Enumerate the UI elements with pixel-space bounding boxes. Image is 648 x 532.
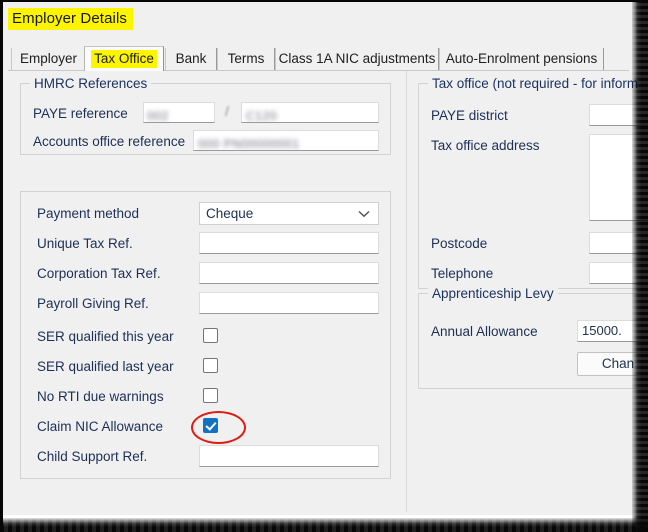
tab-bank-label: Bank — [175, 51, 207, 66]
annual-allowance-label: Annual Allowance — [431, 324, 538, 339]
tab-employer[interactable]: Employer — [11, 48, 86, 70]
telephone-label: Telephone — [431, 266, 494, 281]
paye-reference-part1-value: 002 — [147, 109, 169, 123]
apprenticeship-levy-legend: Apprenticeship Levy — [428, 286, 558, 301]
claim-nic-allowance-label: Claim NIC Allowance — [37, 419, 164, 434]
claim-nic-allowance-checkbox[interactable] — [203, 418, 218, 433]
tab-class-1a-nic-adjustments-label: Class 1A NIC adjustments — [278, 51, 436, 66]
postcode-label: Postcode — [431, 236, 488, 251]
paye-reference-part2-value: C120 — [246, 109, 278, 123]
paye-district-label: PAYE district — [431, 108, 508, 123]
annual-allowance-input[interactable]: 15000. — [577, 320, 648, 342]
ser-qualified-this-year-label: SER qualified this year — [37, 329, 174, 344]
unique-tax-ref-label: Unique Tax Ref. — [37, 236, 133, 251]
unique-tax-ref-input[interactable] — [199, 232, 379, 254]
postcode-input[interactable] — [589, 232, 648, 254]
paye-reference-part2-input[interactable]: C120 — [241, 102, 379, 123]
paye-reference-part1-input[interactable]: 002 — [143, 102, 215, 123]
tab-tax-office[interactable]: Tax Office — [84, 46, 164, 71]
employer-details-group: Payment method Cheque Unique Tax Ref. Co… — [20, 191, 391, 479]
ser-qualified-this-year-checkbox[interactable] — [203, 328, 218, 343]
tax-office-address-input[interactable] — [589, 134, 648, 221]
accounts-office-reference-label: Accounts office reference — [33, 134, 186, 149]
payment-method-label: Payment method — [37, 206, 140, 221]
pane-divider — [406, 71, 407, 512]
tab-tax-office-label: Tax Office — [91, 50, 157, 68]
tax-office-address-label: Tax office address — [431, 138, 540, 153]
paye-reference-label: PAYE reference — [33, 106, 128, 121]
screenshot-root: Employer Details Employer Tax Office Ban… — [0, 0, 648, 532]
payroll-giving-ref-input[interactable] — [199, 292, 379, 314]
apprenticeship-levy-group: Apprenticeship Levy Annual Allowance 150… — [418, 286, 648, 389]
paye-reference-separator: / — [225, 103, 229, 119]
change-button[interactable]: Chan — [577, 352, 648, 376]
payment-method-select[interactable]: Cheque — [199, 202, 379, 225]
no-rti-due-warnings-label: No RTI due warnings — [37, 389, 164, 404]
child-support-ref-label: Child Support Ref. — [37, 449, 148, 464]
hmrc-references-group: HMRC References PAYE reference 002 / C12… — [20, 76, 391, 155]
red-ellipse-annotation — [191, 411, 246, 444]
payment-method-value: Cheque — [206, 206, 254, 221]
tab-terms[interactable]: Terms — [217, 48, 275, 70]
scan-edge-bottom — [0, 518, 648, 532]
telephone-input[interactable] — [589, 262, 648, 284]
tab-auto-enrolment-pensions[interactable]: Auto-Enrolment pensions — [439, 48, 604, 70]
payroll-giving-ref-label: Payroll Giving Ref. — [37, 296, 149, 311]
chevron-down-icon — [357, 203, 371, 224]
tab-class-1a-nic-adjustments[interactable]: Class 1A NIC adjustments — [275, 48, 439, 70]
tab-auto-enrolment-pensions-label: Auto-Enrolment pensions — [445, 51, 598, 66]
no-rti-due-warnings-checkbox[interactable] — [203, 388, 218, 403]
corporation-tax-ref-input[interactable] — [199, 262, 379, 284]
ser-qualified-last-year-label: SER qualified last year — [37, 359, 174, 374]
paye-district-input[interactable] — [589, 104, 648, 126]
tax-office-group: Tax office (not required - for inform PA… — [418, 76, 648, 289]
accounts-office-reference-value: 000 PN00000001 — [198, 137, 300, 151]
child-support-ref-input[interactable] — [199, 445, 379, 467]
tab-bank[interactable]: Bank — [165, 48, 217, 70]
tab-terms-label: Terms — [227, 51, 265, 66]
tab-employer-label: Employer — [19, 51, 78, 66]
tax-office-legend: Tax office (not required - for inform — [428, 76, 643, 91]
employer-details-window: Employer Details Employer Tax Office Ban… — [3, 2, 648, 515]
ser-qualified-last-year-checkbox[interactable] — [203, 358, 218, 373]
tax-office-tab-panel: HMRC References PAYE reference 002 / C12… — [8, 70, 648, 512]
tab-strip: Employer Tax Office Bank Terms Class 1A … — [8, 46, 628, 71]
hmrc-references-legend: HMRC References — [30, 76, 152, 91]
page-title: Employer Details — [8, 8, 133, 30]
accounts-office-reference-input[interactable]: 000 PN00000001 — [193, 130, 379, 151]
corporation-tax-ref-label: Corporation Tax Ref. — [37, 266, 161, 281]
